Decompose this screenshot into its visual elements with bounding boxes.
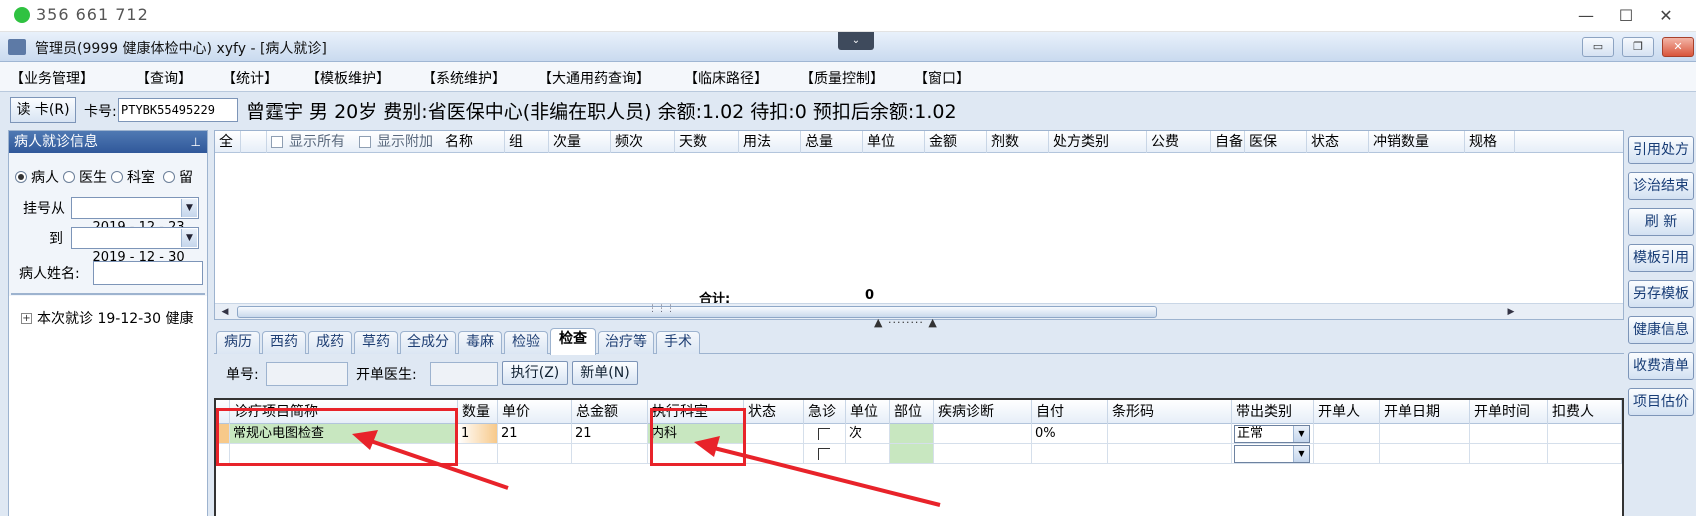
charge-list-button[interactable]: 收费清单 [1628,352,1694,380]
annotation-arrows [352,430,941,507]
arrow-line [705,444,941,507]
health-info-button[interactable]: 健康信息 [1628,316,1694,344]
arrow-head-icon [694,436,720,457]
arrow-line [361,436,509,490]
cite-template-button[interactable]: 模板引用 [1628,244,1694,272]
save-template-button[interactable]: 另存模板 [1628,280,1694,308]
arrow-head-icon [352,430,378,450]
action-panel: 引用处方 诊治结束 刷 新 模板引用 另存模板 健康信息 收费清单 项目估价 [1626,130,1696,516]
refresh-button[interactable]: 刷 新 [1628,208,1694,236]
estimate-button[interactable]: 项目估价 [1628,388,1694,416]
cite-prescription-button[interactable]: 引用处方 [1628,136,1694,164]
end-visit-button[interactable]: 诊治结束 [1628,172,1694,200]
